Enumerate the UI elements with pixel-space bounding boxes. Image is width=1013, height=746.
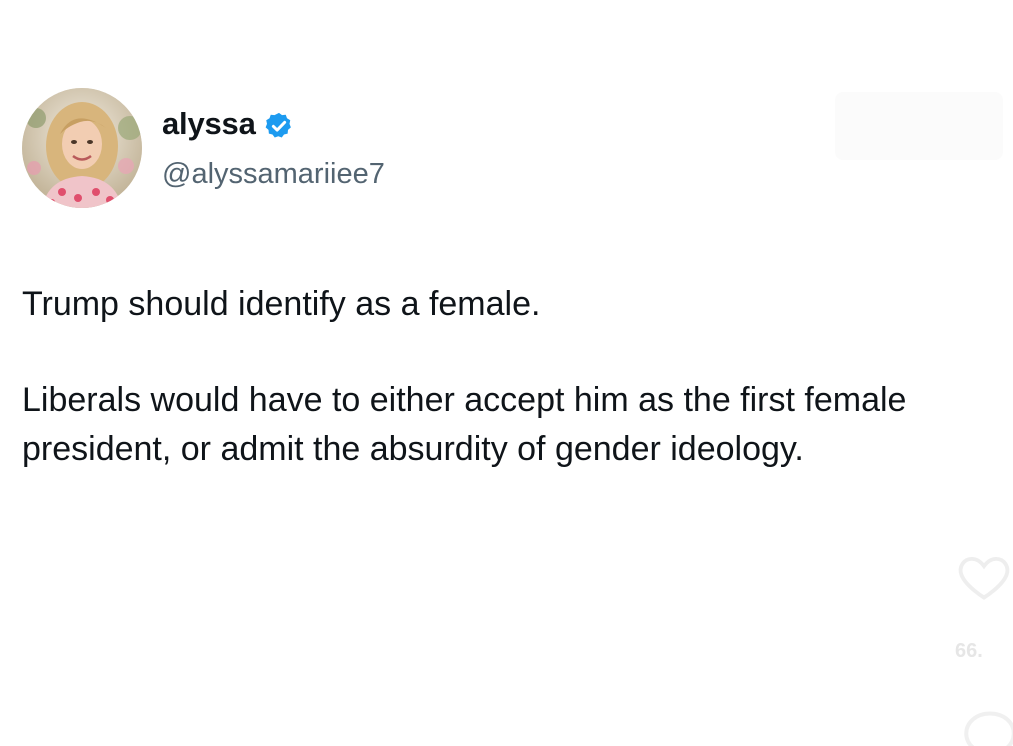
faded-overlay-panel <box>835 92 1003 160</box>
author-handle[interactable]: @alyssamariiee7 <box>162 158 385 191</box>
tweet-paragraph: Liberals would have to either accept him… <box>22 381 907 468</box>
comment-icon[interactable] <box>960 706 1013 746</box>
like-count: 66. <box>955 640 983 662</box>
tweet-paragraph: Trump should identify as a female. <box>22 285 541 323</box>
heart-icon[interactable] <box>955 548 1013 606</box>
tweet-text: Trump should identify as a female. Liber… <box>22 280 982 473</box>
author-display-name[interactable]: alyssa <box>162 106 256 142</box>
verified-badge-icon <box>265 112 291 137</box>
avatar[interactable] <box>22 88 142 208</box>
avatar-photo <box>22 88 142 208</box>
author-name-row[interactable]: alyssa <box>162 106 294 142</box>
